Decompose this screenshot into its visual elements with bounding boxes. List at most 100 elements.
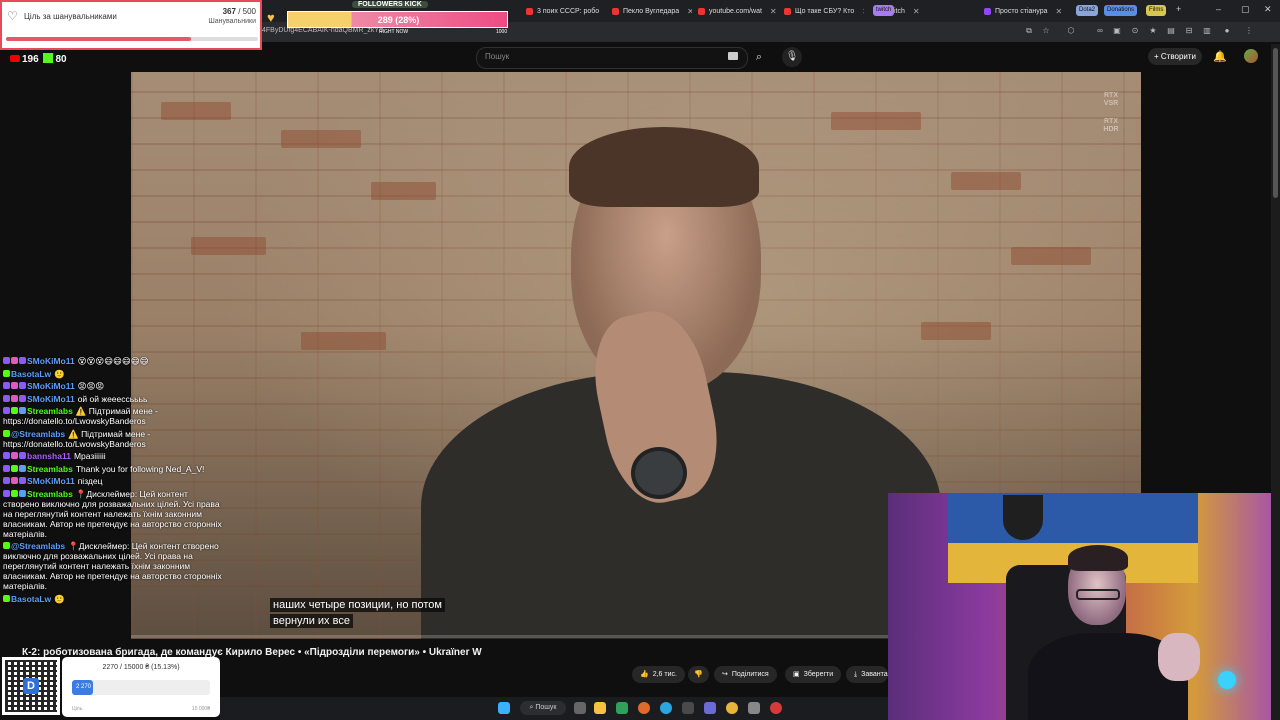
- bookmark-star-icon[interactable]: ☆: [1041, 26, 1051, 36]
- windows-start-icon[interactable]: [498, 702, 510, 714]
- extension-icon[interactable]: ★: [1148, 26, 1158, 36]
- brick: [301, 332, 386, 350]
- chat-badge-icon: [3, 369, 10, 377]
- extension-icon[interactable]: ⬡: [1066, 26, 1076, 36]
- chat-text: Thank you for following Ned_A_V!: [75, 463, 205, 474]
- download-button[interactable]: ⤓ Завантаж: [846, 666, 888, 683]
- kick-viewers: 80: [55, 54, 67, 65]
- chat-badge-icon: [19, 407, 26, 414]
- url-text[interactable]: 4FByDUfg4ECABAIK-ndaQBMR_zkYd: [262, 27, 383, 34]
- tab-favicon-icon: [784, 7, 791, 15]
- tab-close-icon[interactable]: ✕: [1056, 7, 1063, 16]
- goal-count: 367 / 500: [223, 7, 256, 16]
- app-icon[interactable]: [682, 702, 694, 714]
- chat-username: Streamlabs: [27, 406, 73, 416]
- extension-icon[interactable]: ∞: [1095, 26, 1105, 36]
- share-label: Поділитися: [731, 671, 769, 678]
- telegram-icon[interactable]: [660, 702, 672, 714]
- chat-badge-icon: [3, 477, 10, 484]
- chat-username: Streamlabs: [27, 463, 73, 474]
- brick: [161, 102, 231, 120]
- microphone-icon[interactable]: 🎙: [782, 47, 802, 67]
- chat-message: SMoKiMo11 😡😡😡: [0, 381, 225, 391]
- followers-kick-status: RIGHT NOW: [379, 29, 409, 35]
- browser-tab[interactable]: Пекло Вугледара ✕: [612, 3, 692, 19]
- tab-close-icon[interactable]: ✕: [913, 7, 920, 16]
- like-button[interactable]: 👍 2,6 тис.: [632, 666, 685, 683]
- tab-title: youtube.com/wat: [709, 7, 762, 15]
- search-input[interactable]: Пошук: [476, 47, 748, 69]
- search-placeholder: Пошук: [485, 52, 510, 61]
- avatar[interactable]: [1244, 49, 1258, 63]
- close-window-icon[interactable]: ✕: [1264, 4, 1272, 15]
- flag-emblem: [1003, 495, 1043, 540]
- task-view-icon[interactable]: [574, 702, 586, 714]
- page-scrollbar[interactable]: [1271, 44, 1280, 720]
- chrome-icon[interactable]: [726, 702, 738, 714]
- extension-icon[interactable]: ▤: [1166, 26, 1176, 36]
- notifications-bell-icon[interactable]: 🔔: [1213, 50, 1227, 63]
- profile-icon[interactable]: ●: [1222, 26, 1232, 36]
- browser-tab[interactable]: Що таке СБУ? Кто ✕: [784, 3, 864, 19]
- chat-badge-icon: [19, 452, 26, 459]
- save-button[interactable]: ▣ Зберегти: [785, 666, 842, 683]
- brick: [1011, 247, 1091, 265]
- tab-close-icon[interactable]: ✕: [687, 7, 692, 16]
- maximize-icon[interactable]: ▢: [1241, 4, 1250, 15]
- followers-kick-bar: 289 (28%): [287, 11, 508, 28]
- flag-blue: [948, 493, 1198, 543]
- share-button[interactable]: ↪ Поділитися: [714, 666, 777, 683]
- translate-icon[interactable]: ⧉: [1024, 26, 1034, 36]
- rtx-vsr-label: RTX VSR: [1103, 92, 1119, 107]
- bookmark-group-chip[interactable]: Films: [1146, 5, 1167, 16]
- app-icon[interactable]: [616, 702, 628, 714]
- chat-username: @Streamlabs: [11, 541, 66, 551]
- minimize-icon[interactable]: –: [1216, 4, 1221, 14]
- goal-label: Шанувальники: [208, 18, 256, 25]
- file-explorer-icon[interactable]: [594, 702, 606, 714]
- bookmark-group-chip[interactable]: Donations: [1104, 5, 1138, 16]
- heart-icon: ♥: [267, 10, 275, 25]
- app-icon[interactable]: [704, 702, 716, 714]
- tab-favicon-icon: [698, 7, 705, 15]
- firefox-icon[interactable]: [638, 702, 650, 714]
- chat-badge-icon: [19, 357, 26, 364]
- extension-icon[interactable]: ⊙: [1130, 26, 1140, 36]
- browser-tab[interactable]: Просто стіанура ✕: [984, 3, 1064, 19]
- chat-username: SMoKiMo11: [27, 476, 75, 486]
- bookmark-group-chip[interactable]: Dota2: [1076, 5, 1099, 16]
- donation-goal-max: 15 000₴: [191, 706, 210, 712]
- tab-close-icon[interactable]: ✕: [770, 7, 777, 16]
- search-icon[interactable]: ⌕: [748, 47, 770, 67]
- chat-message: bannsha11 Мразіііііі: [0, 451, 225, 461]
- chat-username: SMoKiMo11: [27, 356, 75, 366]
- keyboard-icon[interactable]: [728, 52, 738, 60]
- chat-badge-icon: [3, 429, 10, 437]
- chat-badge-icon: [3, 382, 10, 389]
- chat-badge-icon: [11, 489, 18, 497]
- chat-badge-icon: [11, 394, 18, 402]
- chat-text: 🙂: [54, 368, 65, 379]
- chat-badge-icon: [19, 394, 26, 402]
- sidepanel-icon[interactable]: ▥: [1202, 26, 1212, 36]
- create-button[interactable]: + Створити: [1148, 48, 1202, 65]
- obs-icon[interactable]: [770, 702, 782, 714]
- browser-tab[interactable]: youtube.com/wat ✕: [698, 3, 778, 19]
- extension-icon[interactable]: ⊟: [1184, 26, 1194, 36]
- webcam-overlay: [888, 493, 1280, 720]
- extension-icon[interactable]: ▣: [1112, 26, 1122, 36]
- save-icon: ▣: [793, 671, 800, 678]
- browser-tab[interactable]: 3 поих СССР: робо✕: [526, 3, 606, 19]
- taskbar-search-label: Пошук: [535, 704, 557, 711]
- taskbar-search[interactable]: ⌕ Пошук: [520, 701, 566, 715]
- chat-message: SMoKiMo11 піздец: [0, 476, 225, 486]
- fan-goal-widget: ♡ Ціль за шанувальниками 367 / 500 Шанув…: [0, 0, 262, 50]
- bookmark-group-chip[interactable]: twitch: [873, 5, 895, 16]
- scrollbar-thumb[interactable]: [1273, 48, 1278, 198]
- new-tab-icon[interactable]: +: [1176, 4, 1181, 14]
- tab-close-icon[interactable]: ✕: [862, 7, 864, 16]
- dislike-button[interactable]: 👎: [688, 666, 709, 683]
- menu-icon[interactable]: ⋮: [1244, 26, 1254, 36]
- settings-icon[interactable]: [748, 702, 760, 714]
- share-icon: ↪: [722, 671, 728, 678]
